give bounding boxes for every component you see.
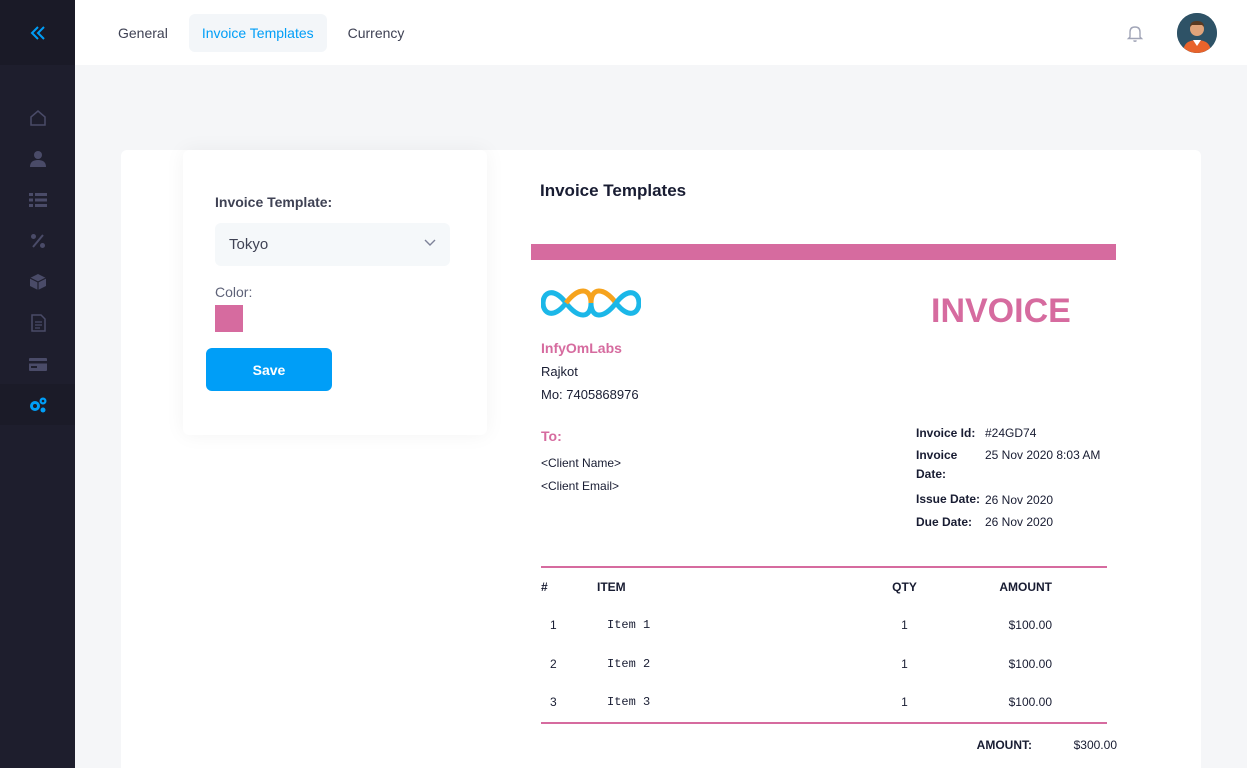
row-num: 2 xyxy=(550,656,557,671)
table-row: 1 Item 1 1 $100.00 xyxy=(541,606,1107,645)
box-icon xyxy=(29,273,46,290)
row-item: Item 2 xyxy=(607,656,651,671)
invoice-template-select[interactable]: Tokyo xyxy=(215,223,450,266)
settings-card: Invoice Template: Tokyo Color: Save Invo… xyxy=(121,150,1201,768)
preview-title: Invoice Templates xyxy=(540,181,687,200)
template-settings-panel: Invoice Template: Tokyo Color: Save xyxy=(183,150,487,435)
color-picker[interactable] xyxy=(215,305,243,332)
sidebar-item-dashboard[interactable] xyxy=(0,97,75,138)
company-name: InfyOmLabs xyxy=(541,340,622,356)
save-button[interactable]: Save xyxy=(206,348,332,391)
bell-icon[interactable] xyxy=(1125,23,1145,43)
column-num: # xyxy=(541,580,548,594)
issue-date-label: Issue Date: xyxy=(916,492,981,506)
sidebar-item-products[interactable] xyxy=(0,261,75,302)
sidebar xyxy=(0,0,75,768)
sidebar-item-settings[interactable] xyxy=(0,384,75,425)
double-chevron-left-icon[interactable] xyxy=(29,24,47,42)
user-avatar-image xyxy=(1177,13,1217,53)
sidebar-item-invoices[interactable] xyxy=(0,302,75,343)
company-city: Rajkot xyxy=(541,364,578,379)
home-icon xyxy=(29,109,46,126)
document-icon xyxy=(30,313,46,332)
row-item: Item 1 xyxy=(607,618,651,633)
invoice-heading: INVOICE xyxy=(931,292,1071,330)
column-amount: AMOUNT xyxy=(999,580,1052,594)
invoice-date-label: Invoice Date: xyxy=(916,448,958,481)
due-date-label: Due Date: xyxy=(916,515,973,529)
tab-invoice-templates[interactable]: Invoice Templates xyxy=(188,13,327,52)
row-amount: $100.00 xyxy=(1008,695,1052,710)
issue-date-value: 26 Nov 2020 xyxy=(985,492,1054,507)
user-icon xyxy=(29,150,46,167)
percent-icon xyxy=(30,233,45,248)
table-header: # ITEM QTY AMOUNT xyxy=(541,568,1107,606)
sidebar-item-list[interactable] xyxy=(0,179,75,220)
color-label: Color: xyxy=(215,284,253,300)
invoice-id-label: Invoice Id: xyxy=(916,426,976,440)
chevron-down-icon xyxy=(424,239,436,246)
to-label: To: xyxy=(541,428,562,444)
row-num: 1 xyxy=(550,618,557,633)
client-email: <Client Email> xyxy=(541,479,620,493)
tab-general[interactable]: General xyxy=(105,14,181,52)
due-date-value: 26 Nov 2020 xyxy=(985,515,1054,529)
sidebar-item-users[interactable] xyxy=(0,138,75,179)
settings-icon xyxy=(29,397,46,412)
sidebar-item-payments[interactable] xyxy=(0,343,75,384)
client-name: <Client Name> xyxy=(541,456,622,470)
card-icon xyxy=(28,357,47,371)
invoice-meta: Invoice Id: #24GD74 Invoice Date: 25 Nov 2… xyxy=(916,426,1116,533)
total-value: $300.00 xyxy=(1073,738,1117,752)
column-item: ITEM xyxy=(597,580,626,594)
company-logo xyxy=(541,288,641,318)
column-qty: QTY xyxy=(892,580,917,594)
total-label: AMOUNT: xyxy=(976,738,1032,752)
list-icon xyxy=(28,192,47,207)
invoice-id-value: #24GD74 xyxy=(985,426,1037,440)
avatar[interactable] xyxy=(1177,13,1217,53)
invoice-color-bar xyxy=(531,244,1116,260)
invoice-date-value: 25 Nov 2020 8:03 AM xyxy=(985,448,1101,462)
row-amount: $100.00 xyxy=(1008,618,1052,633)
sidebar-item-taxes[interactable] xyxy=(0,220,75,261)
tab-currency[interactable]: Currency xyxy=(335,14,418,52)
row-qty: 1 xyxy=(901,656,908,671)
invoice-template-label: Invoice Template: xyxy=(215,194,333,210)
table-row: 3 Item 3 1 $100.00 xyxy=(541,683,1107,722)
sidebar-toggle[interactable] xyxy=(0,0,75,65)
settings-tabs: General Invoice Templates Currency xyxy=(105,13,418,52)
invoice-total: AMOUNT: $300.00 xyxy=(916,738,1117,752)
row-item: Item 3 xyxy=(607,695,651,710)
invoice-items-table: # ITEM QTY AMOUNT 1 Item 1 1 $100.00 2 I… xyxy=(541,566,1107,724)
company-mobile: Mo: 7405868976 xyxy=(541,387,639,402)
row-qty: 1 xyxy=(901,695,908,710)
table-row: 2 Item 2 1 $100.00 xyxy=(541,645,1107,684)
row-qty: 1 xyxy=(901,618,908,633)
row-num: 3 xyxy=(550,695,557,710)
invoice-template-value: Tokyo xyxy=(229,236,269,253)
row-amount: $100.00 xyxy=(1008,656,1052,671)
top-header: General Invoice Templates Currency xyxy=(75,0,1247,65)
invoice-preview: InfyOmLabs Rajkot Mo: 7405868976 INVOICE… xyxy=(531,244,1117,752)
